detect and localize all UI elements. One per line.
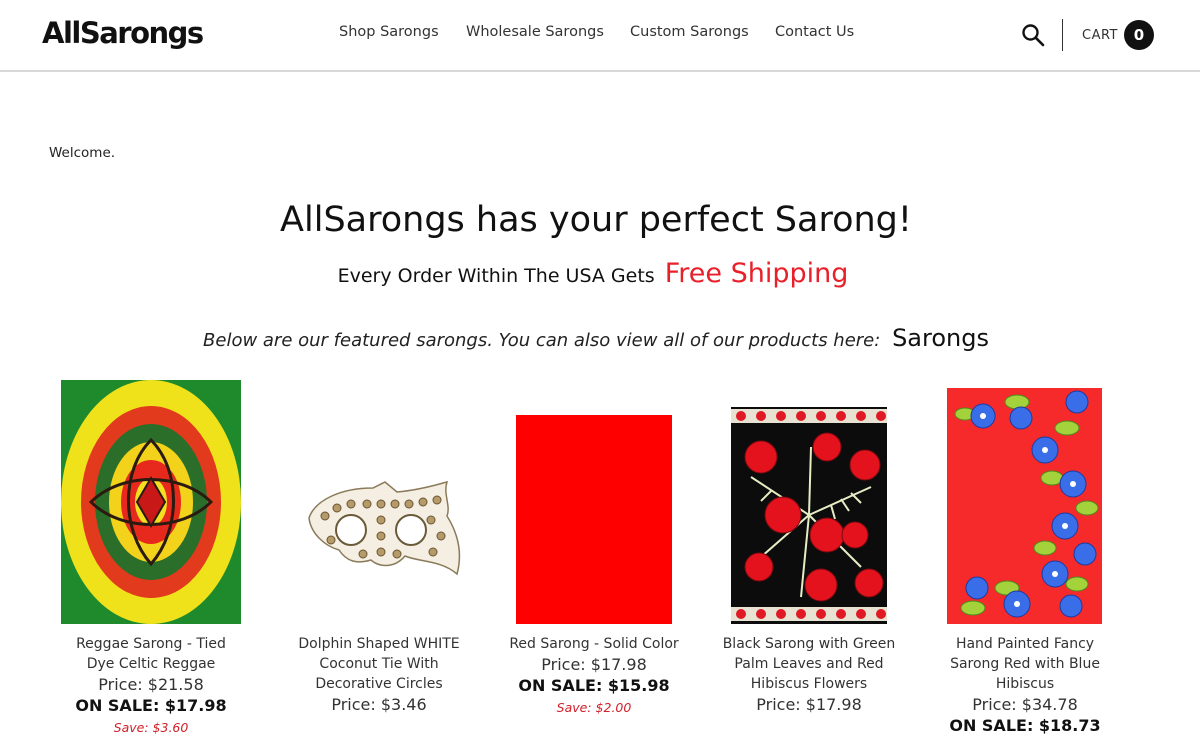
product-savings: Save: $2.00: [556, 700, 632, 715]
product-price: Price: $17.98: [541, 655, 647, 674]
product-image[interactable]: [731, 407, 887, 624]
product-name[interactable]: Dolphin Shaped WHITE Coconut Tie With De…: [289, 634, 469, 694]
product-details: Dolphin Shaped WHITE Coconut Tie With De…: [289, 634, 469, 715]
page-headline: AllSarongs has your perfect Sarong!: [280, 200, 912, 240]
product-details: Black Sarong with Green Palm Leaves and …: [719, 634, 899, 715]
cart-count-badge: 0: [1124, 20, 1154, 50]
site-logo[interactable]: AllSarongs: [42, 16, 204, 50]
header-divider: [1062, 19, 1063, 51]
product-sale-price: ON SALE: $15.98: [518, 676, 670, 695]
product-name[interactable]: Hand Painted Fancy Sarong Red with Blue …: [935, 634, 1115, 694]
product-name[interactable]: Reggae Sarong - Tied Dye Celtic Reggae: [61, 634, 241, 674]
featured-intro: Below are our featured sarongs. You can …: [0, 324, 1192, 352]
product-image[interactable]: [301, 480, 466, 580]
product-details: Red Sarong - Solid Color Price: $17.98 O…: [504, 634, 684, 719]
search-icon[interactable]: [1021, 23, 1045, 47]
cart-label: CART: [1082, 27, 1118, 43]
product-price: Price: $3.46: [331, 695, 427, 714]
product-price: Price: $21.58: [98, 675, 204, 694]
product-image[interactable]: [947, 388, 1102, 624]
product-name[interactable]: Red Sarong - Solid Color: [504, 634, 684, 654]
product-name[interactable]: Black Sarong with Green Palm Leaves and …: [719, 634, 899, 694]
free-shipping-highlight: Free Shipping: [664, 258, 849, 289]
welcome-text: Welcome.: [49, 145, 116, 161]
product-image[interactable]: [516, 415, 672, 624]
cart-button[interactable]: CART 0: [1082, 20, 1154, 50]
nav-wholesale-sarongs[interactable]: Wholesale Sarongs: [466, 24, 604, 40]
product-price: Price: $17.98: [756, 695, 862, 714]
sarongs-link[interactable]: Sarongs: [892, 324, 989, 352]
product-details: Reggae Sarong - Tied Dye Celtic Reggae P…: [61, 634, 241, 739]
product-sale-price: ON SALE: $17.98: [75, 696, 227, 715]
product-savings: Save: $3.60: [113, 720, 189, 735]
nav-shop-sarongs[interactable]: Shop Sarongs: [339, 24, 439, 40]
shipping-banner: Every Order Within The USA Gets Free Shi…: [0, 258, 1186, 289]
shipping-text: Every Order Within The USA Gets: [337, 265, 655, 287]
product-image[interactable]: [61, 380, 241, 624]
product-details: Hand Painted Fancy Sarong Red with Blue …: [935, 634, 1115, 737]
site-header: AllSarongs Shop Sarongs Wholesale Sarong…: [0, 0, 1200, 72]
product-sale-price: ON SALE: $18.73: [949, 716, 1101, 735]
featured-text: Below are our featured sarongs. You can …: [203, 330, 881, 351]
nav-contact-us[interactable]: Contact Us: [775, 24, 854, 40]
nav-custom-sarongs[interactable]: Custom Sarongs: [630, 24, 749, 40]
product-price: Price: $34.78: [972, 695, 1078, 714]
